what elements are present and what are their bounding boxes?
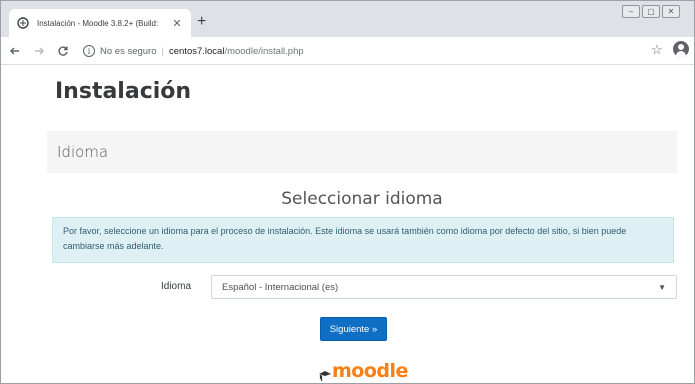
moodle-favicon-icon [17, 17, 29, 29]
bookmark-star-icon[interactable]: ☆ [651, 42, 663, 58]
language-select[interactable]: Español - Internacional (es) ▼ [211, 275, 677, 299]
step-header: Idioma [47, 131, 677, 173]
account-body-shape [676, 51, 686, 57]
step-title: Idioma [57, 143, 109, 161]
back-arrow-icon[interactable] [5, 41, 25, 61]
page-title: Instalación [55, 79, 192, 104]
language-selected-value: Español - Internacional (es) [222, 281, 339, 293]
logo-wordmark: moodle [332, 360, 408, 382]
url-path: /moodle/install.php [224, 45, 304, 57]
browser-window: Instalación - Moodle 3.8.2+ (Build: ✕ + … [0, 0, 695, 384]
account-icon[interactable] [673, 41, 689, 57]
moodle-logo: moodle [319, 362, 408, 381]
language-label: Idioma [161, 281, 192, 292]
language-form-row: Idioma Español - Internacional (es) ▼ [47, 275, 677, 301]
account-head-shape [678, 44, 684, 50]
maximize-button[interactable]: ▢ [642, 5, 660, 18]
address-separator: | [161, 45, 164, 57]
new-tab-button[interactable]: + [197, 14, 206, 30]
minimize-button[interactable]: – [622, 5, 640, 18]
address-bar[interactable]: i No es seguro | centos7.local /moodle/i… [83, 41, 643, 61]
graduation-cap-icon [319, 371, 331, 381]
url-host: centos7.local [168, 45, 225, 57]
browser-toolbar: i No es seguro | centos7.local /moodle/i… [1, 37, 694, 65]
tab-title: Instalación - Moodle 3.8.2+ (Build: [37, 18, 159, 28]
section-subtitle: Seleccionar idioma [281, 189, 443, 209]
close-tab-icon[interactable]: ✕ [171, 17, 183, 30]
info-notice: Por favor, seleccione un idioma para el … [52, 217, 674, 263]
tab-strip: Instalación - Moodle 3.8.2+ (Build: ✕ + … [1, 1, 694, 37]
chevron-down-icon: ▼ [658, 282, 666, 292]
reload-icon[interactable] [53, 41, 73, 61]
next-button[interactable]: Siguiente » [320, 317, 387, 341]
info-icon[interactable]: i [83, 45, 95, 57]
security-status: No es seguro [100, 45, 157, 57]
close-window-button[interactable]: ✕ [662, 5, 680, 18]
browser-tab[interactable]: Instalación - Moodle 3.8.2+ (Build: ✕ [9, 9, 191, 37]
page-content: Instalación Idioma Seleccionar idioma Po… [1, 65, 694, 383]
window-controls: – ▢ ✕ [622, 5, 680, 18]
kebab-menu-icon[interactable]: ⋮ [691, 43, 694, 56]
forward-arrow-icon[interactable] [29, 41, 49, 61]
